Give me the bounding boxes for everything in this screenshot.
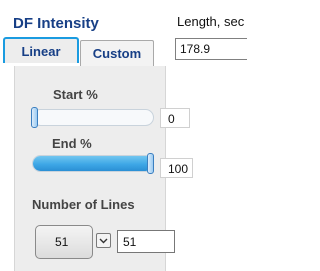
number-of-lines-label: Number of Lines xyxy=(32,197,135,212)
end-percent-label: End % xyxy=(52,136,92,151)
tab-linear[interactable]: Linear xyxy=(3,37,79,63)
start-slider-thumb[interactable] xyxy=(31,107,38,128)
tab-custom[interactable]: Custom xyxy=(80,40,154,66)
lines-ring-value: 51 xyxy=(55,235,69,249)
number-of-lines-input[interactable] xyxy=(117,230,175,253)
end-value-display: 100 xyxy=(160,158,193,178)
chevron-down-icon xyxy=(99,238,108,243)
lines-ring-control[interactable]: 51 xyxy=(35,225,93,259)
length-label: Length, sec xyxy=(177,14,245,29)
end-slider-track[interactable] xyxy=(32,155,154,172)
start-slider-track[interactable] xyxy=(32,109,154,126)
section-title: DF Intensity xyxy=(13,15,99,32)
tab-custom-label: Custom xyxy=(92,46,142,61)
tab-linear-label: Linear xyxy=(21,43,61,59)
start-percent-label: Start % xyxy=(53,87,98,102)
length-input[interactable] xyxy=(175,38,247,60)
lines-ring-dropdown-button[interactable] xyxy=(96,233,111,248)
end-slider-thumb[interactable] xyxy=(147,153,154,174)
end-slider-fill xyxy=(33,156,153,171)
start-value-display: 0 xyxy=(160,108,190,128)
